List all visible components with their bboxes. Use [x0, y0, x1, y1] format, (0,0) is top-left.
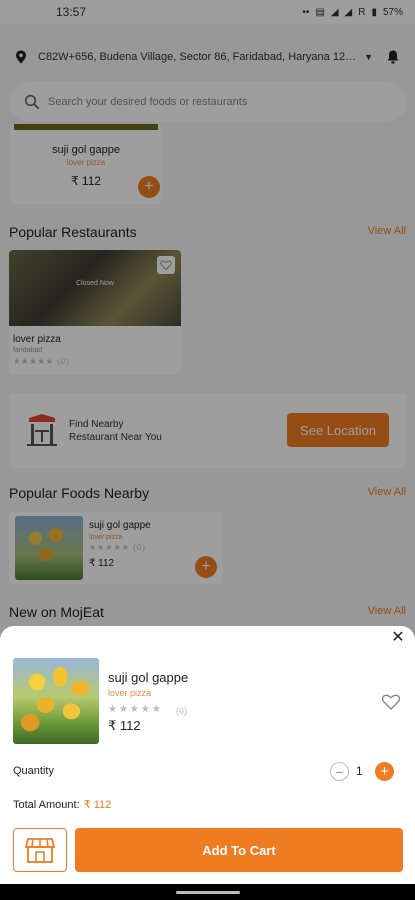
close-icon[interactable]: ✕	[389, 628, 407, 646]
system-nav-bar	[0, 884, 415, 900]
product-restaurant: lover pizza	[108, 688, 152, 698]
total-amount-row: Total Amount: ₹ 112	[13, 798, 111, 811]
total-amount: ₹ 112	[83, 799, 112, 811]
store-icon	[25, 838, 55, 863]
minus-icon: −	[335, 763, 344, 780]
rating-count: (0)	[176, 706, 187, 716]
rating-stars: ★★★★★	[108, 704, 163, 715]
quantity-value: 1	[356, 764, 363, 778]
product-price: ₹ 112	[108, 718, 141, 733]
plus-icon: +	[380, 763, 389, 780]
store-button[interactable]	[13, 828, 67, 872]
heart-icon[interactable]	[381, 692, 401, 712]
add-to-cart-button[interactable]: Add To Cart	[75, 828, 403, 872]
home-gesture-handle[interactable]	[176, 891, 240, 894]
total-label: Total Amount:	[13, 799, 80, 811]
quantity-label: Quantity	[13, 765, 54, 777]
product-name: suji gol gappe	[108, 670, 189, 685]
increase-quantity-button[interactable]: +	[375, 762, 394, 781]
product-image	[13, 658, 99, 744]
decrease-quantity-button[interactable]: −	[330, 762, 349, 781]
add-to-cart-sheet: ✕ suji gol gappe lover pizza ★★★★★ (0) ₹…	[0, 626, 415, 884]
